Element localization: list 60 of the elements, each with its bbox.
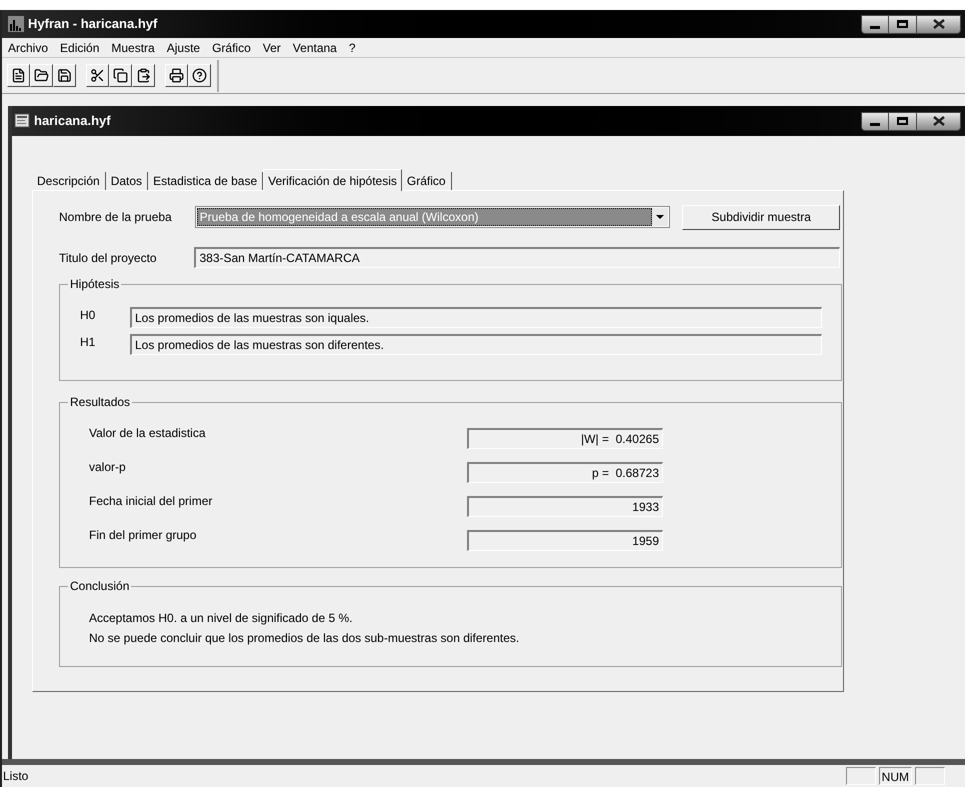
result-label: valor-p <box>89 459 127 476</box>
document-title: haricana.hyf <box>34 112 111 130</box>
status-pane <box>846 767 876 785</box>
menu-item[interactable]: ? <box>348 38 356 56</box>
open-folder-icon <box>34 68 49 83</box>
project-field: 383-San Martín-CATAMARCA <box>194 247 840 268</box>
menu-item[interactable]: Muestra <box>111 38 155 56</box>
field-label: Nombre de la prueba <box>59 209 173 226</box>
new-file-icon <box>11 68 26 83</box>
close-button[interactable] <box>917 112 961 130</box>
field-label: Titulo del proyecto <box>59 250 158 266</box>
maximize-button[interactable] <box>889 112 917 130</box>
close-button[interactable] <box>917 14 961 34</box>
toolbar-button[interactable] <box>165 64 188 87</box>
hypothesis-field: Los promedios de las muestras son diferentes. <box>130 334 822 355</box>
menu-item[interactable]: Archivo <box>8 38 48 56</box>
result-value-field: p = 0.68723 <box>467 462 663 483</box>
menu-item[interactable]: Ver <box>262 38 281 56</box>
menu-item[interactable]: Edición <box>60 38 100 56</box>
app-icon <box>8 16 24 32</box>
save-icon <box>57 68 72 83</box>
copy-icon <box>113 68 128 83</box>
paste-icon <box>136 68 151 83</box>
menu-item[interactable]: Ventana <box>292 38 337 56</box>
help-icon <box>192 68 207 83</box>
toolbar-button[interactable] <box>7 64 30 87</box>
menu-item[interactable]: Ajuste <box>166 38 200 56</box>
tab[interactable]: Verificación de hipótesis <box>263 169 402 191</box>
toolbar-button[interactable] <box>109 64 132 87</box>
group-title: Hipótesis <box>68 276 122 292</box>
conclusion-text: Acceptamos H0. a un nivel de significado de 5 %. <box>89 610 354 627</box>
cut-icon <box>90 68 105 83</box>
window-title: Hyfran - haricana.hyf <box>28 15 158 34</box>
result-value-field: |W| = 0.40265 <box>467 428 663 449</box>
conclusion-text: No se puede concluir que los promedios de las dos sub-muestras son diferentes. <box>89 630 520 647</box>
result-label: Valor de la estadistica <box>89 425 207 442</box>
minimize-button[interactable] <box>861 112 889 130</box>
minimize-button[interactable] <box>861 14 889 34</box>
hypothesis-label: H1 <box>80 334 96 350</box>
close-icon <box>932 116 944 126</box>
toolbar-button[interactable] <box>53 64 76 87</box>
status-indicator: NUM <box>878 767 912 785</box>
close-icon <box>932 19 944 29</box>
result-value-field: 1933 <box>467 496 663 517</box>
print-icon <box>169 68 184 83</box>
toolbar-button[interactable] <box>30 64 53 87</box>
hypothesis-label: H0 <box>80 306 96 324</box>
status-text: Listo <box>3 768 28 785</box>
hypothesis-field: Los promedios de las muestras son iquales. <box>130 307 822 328</box>
maximize-button[interactable] <box>889 14 917 34</box>
result-value-field: 1959 <box>467 530 663 551</box>
toolbar-button[interactable] <box>188 64 211 87</box>
toolbar-button[interactable] <box>132 64 155 87</box>
status-pane <box>915 767 945 785</box>
toolbar-button[interactable] <box>86 64 109 87</box>
result-label: Fecha inicial del primer <box>89 493 214 510</box>
result-label: Fin del primer grupo <box>89 527 198 544</box>
document-icon <box>14 113 30 129</box>
menu-item[interactable]: Gráfico <box>212 38 251 56</box>
subdivide-button[interactable]: Subdividir muestra <box>682 204 840 230</box>
